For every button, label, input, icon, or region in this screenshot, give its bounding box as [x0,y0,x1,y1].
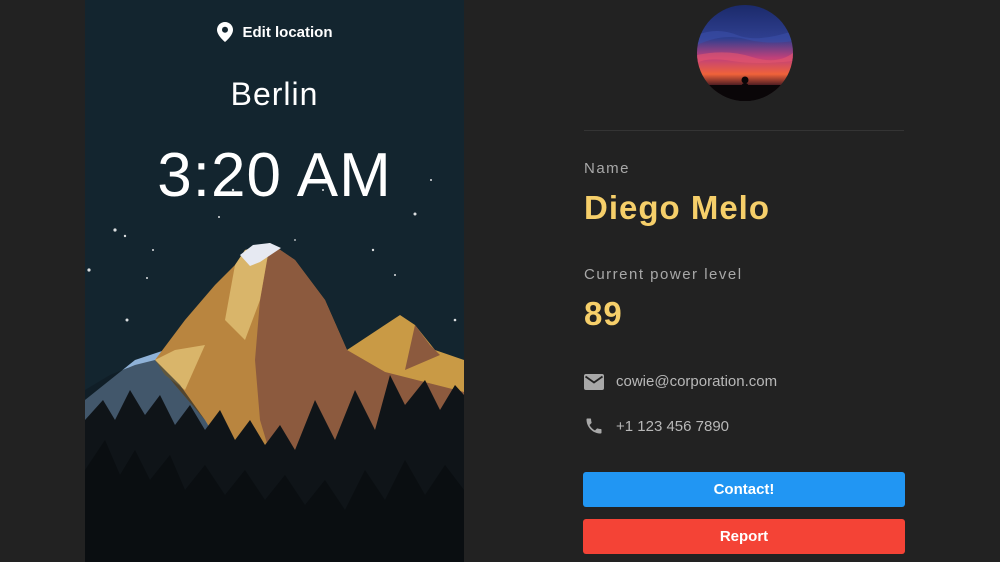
edit-location-label: Edit location [242,23,333,41]
phone-row: +1 123 456 7890 [584,416,729,436]
edit-location-button[interactable]: Edit location [85,22,464,42]
location-pin-icon [216,22,233,42]
power-level-value: 89 [584,295,623,332]
profile-name: Diego Melo [584,189,771,226]
contact-button[interactable]: Contact! [583,472,905,507]
avatar-image [697,5,793,101]
email-icon [584,373,604,390]
phone-icon [586,418,602,434]
avatar [697,5,793,101]
local-time: 3:20 AM [157,141,392,210]
city-name: Berlin [230,76,319,112]
email-address[interactable]: cowie@corporation.com [616,373,777,390]
power-level-label: Current power level [584,266,743,283]
email-row: cowie@corporation.com [584,373,777,390]
name-label: Name [584,160,631,177]
profile-divider [584,130,904,131]
location-panel: Edit location Berlin 3:20 AM [85,0,464,562]
phone-number[interactable]: +1 123 456 7890 [616,418,729,435]
report-button[interactable]: Report [583,519,905,554]
